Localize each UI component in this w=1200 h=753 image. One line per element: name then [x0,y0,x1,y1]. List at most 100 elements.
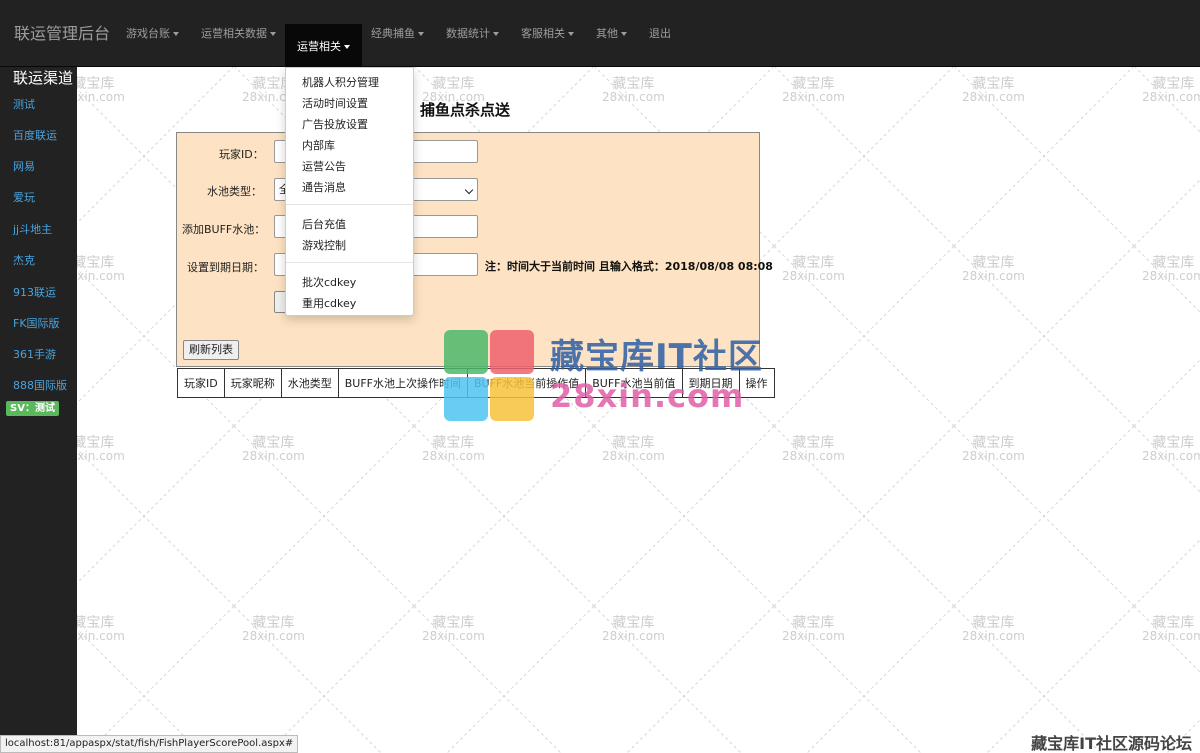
watermark-tile: 藏宝库28xin.com [962,615,1025,643]
watermark-cn-text: 藏宝库 [972,615,1015,631]
watermark-en-text: 28xin.com [962,629,1025,643]
watermark-en-text: 28xin.com [782,449,845,463]
sidebar-item[interactable]: 测试 [13,96,35,112]
sidebar-item[interactable]: 网易 [13,158,35,174]
watermark-tile: 藏宝库28xin.com [1142,435,1200,463]
watermark-cn-text: 藏宝库 [972,76,1015,92]
operations-dropdown-menu: 机器人积分管理 活动时间设置 广告投放设置 内部库 运营公告 通告消息 后台充值… [285,67,414,316]
menu-item-ops-announcement[interactable]: 运营公告 [302,158,346,174]
watermark-en-text: 28xin.com [782,629,845,643]
watermark-cn-text: 藏宝库 [792,435,835,451]
browser-status-bar: localhost:81/appaspx/stat/fish/FishPlaye… [0,735,299,753]
form-panel: 玩家ID： 水池类型： 全 添加BUFF水池： 设置到期日期： 刷新列表 [176,132,760,367]
watermark-en-text: 28xin.com [962,449,1025,463]
watermark-en-text: 28xin.com [1142,629,1200,643]
menu-item-internal-pool[interactable]: 内部库 [302,137,335,153]
sidebar-item[interactable]: jj斗地主 [13,221,52,237]
sidebar-title: 联运渠道 [13,69,74,87]
nav-logout[interactable]: 退出 [649,25,671,67]
watermark-cn-text: 藏宝库 [1152,76,1195,92]
watermark-tile: 藏宝库28xin.com [782,435,845,463]
watermark-tile: 藏宝库28xin.com [962,436,1025,463]
watermark-cn-text: 藏宝库 [1152,615,1195,631]
watermark-cn-text: 藏宝库 [792,255,835,271]
col-buff-current-op: BUFF水池当前操作值 [466,368,587,398]
watermark-en-text: 28xin.com [1142,269,1200,283]
nav-operations[interactable]: 运营相关 [285,24,362,67]
menu-item-reuse-cdkey[interactable]: 重用cdkey [302,295,356,311]
sidebar-item[interactable]: 361手游 [13,346,56,362]
refresh-list-button[interactable]: 刷新列表 [183,340,239,360]
watermark-cn-text: 藏宝库 [432,435,475,451]
nav-classic-fishing[interactable]: 经典捕鱼 [371,25,424,67]
watermark-cn-text: 藏宝库 [612,435,655,451]
col-actions: 操作 [738,368,775,398]
watermark-cn-text: 藏宝库 [792,615,835,631]
menu-item-ad-settings[interactable]: 广告投放设置 [302,116,368,132]
menu-item-notice-message[interactable]: 通告消息 [302,179,346,195]
watermark-cn-text: 藏宝库 [1152,435,1195,451]
watermark-en-text: 28xin.com [602,90,665,104]
watermark-tile: 藏宝库28xin.com [1142,256,1200,283]
nav-label: 其他 [596,27,618,40]
watermark-en-text: 28xin.com [242,629,305,643]
watermark-tile: 藏宝库28xin.com [422,616,485,643]
sidebar-item[interactable]: 888国际版 [13,377,67,393]
nav-game-ledger[interactable]: 游戏台账 [126,25,179,67]
watermark-tile: 藏宝库28xin.com [602,76,665,104]
watermark-en-text: 28xin.com [602,449,665,463]
watermark-tile: 藏宝库28xin.com [1142,615,1200,643]
nav-ops-data[interactable]: 运营相关数据 [201,25,276,67]
caret-down-icon [344,45,350,49]
sidebar-item[interactable]: 百度联运 [13,127,57,143]
watermark-en-text: 28xin.com [962,269,1025,283]
nav-label: 退出 [649,27,671,40]
watermark-tile: 藏宝库28xin.com [602,615,665,643]
add-buff-label: 添加BUFF水池： [182,223,266,236]
sidebar-item[interactable]: FK国际版 [13,315,60,331]
col-pool-type: 水池类型 [280,368,339,398]
watermark-cn-text: 藏宝库 [432,76,475,92]
top-navbar: 联运管理后台 游戏台账 运营相关数据 运营相关 经典捕鱼 数据统计 客服相关 其… [0,0,1200,67]
nav-label: 数据统计 [446,27,490,40]
server-badge: SV：测试 [6,401,59,416]
sidebar-item[interactable]: 爱玩 [13,189,35,205]
watermark-tile: 藏宝库28xin.com [242,615,305,643]
nav-label: 运营相关数据 [201,27,267,40]
caret-down-icon [568,32,574,36]
col-player-id: 玩家ID [177,368,225,398]
menu-divider [286,204,413,205]
watermark-en-text: 28xin.com [962,90,1025,104]
watermark-cn-text: 藏宝库 [612,76,655,92]
watermark-cn-text: 藏宝库 [252,615,295,631]
watermark-tile: 藏宝库28xin.com [1142,76,1200,104]
date-format-note: 注：时间大于当前时间 且输入格式：2018/08/08 08:08 [485,260,773,273]
watermark-cn-text: 藏宝库 [612,615,655,631]
menu-item-game-control[interactable]: 游戏控制 [302,237,346,253]
menu-item-activity-time[interactable]: 活动时间设置 [302,95,368,111]
caret-down-icon [173,32,179,36]
menu-item-backend-recharge[interactable]: 后台充值 [302,216,346,232]
menu-item-batch-cdkey[interactable]: 批次cdkey [302,274,356,290]
table-header-row: 玩家ID 玩家昵称 水池类型 BUFF水池上次操作时间 BUFF水池当前操作值 … [177,368,775,398]
nav-label: 游戏台账 [126,27,170,40]
watermark-en-text: 28xin.com [782,90,845,104]
col-buff-current-value: BUFF水池当前值 [585,368,683,398]
watermark-tile: 藏宝库28xin.com [782,615,845,643]
watermark-tile: 藏宝库28xin.com [422,435,485,463]
watermark-tile: 藏宝库28xin.com [962,76,1025,104]
sidebar-item[interactable]: 杰克 [13,252,35,268]
watermark-tile: 藏宝库28xin.com [782,255,845,283]
caret-down-icon [493,32,499,36]
watermark-tile: 藏宝库28xin.com [602,435,665,463]
nav-statistics[interactable]: 数据统计 [446,25,499,67]
sidebar-item[interactable]: 913联运 [13,284,56,300]
expire-date-label: 设置到期日期： [187,261,264,274]
watermark-tile: 藏宝库28xin.com [782,77,845,104]
app-brand[interactable]: 联运管理后台 [14,20,110,44]
watermark-en-text: 28xin.com [1142,90,1200,104]
bottom-watermark: 藏宝库IT社区源码论坛 [1031,734,1192,753]
nav-other[interactable]: 其他 [596,25,627,67]
menu-item-robot-points[interactable]: 机器人积分管理 [302,74,379,90]
nav-customer-service[interactable]: 客服相关 [521,25,574,67]
